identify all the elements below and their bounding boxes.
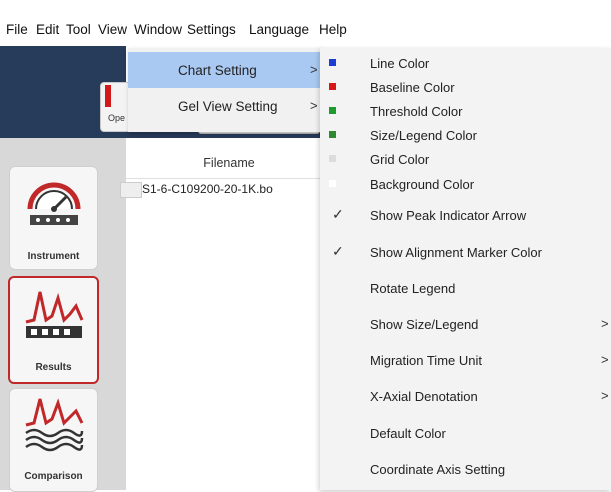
color-swatch-icon bbox=[329, 155, 336, 162]
sidebar-item-label: Comparison bbox=[24, 471, 83, 482]
chevron-right-icon: > bbox=[601, 388, 609, 403]
menu-item-size-legend-color[interactable]: Size/Legend Color bbox=[320, 124, 611, 148]
menu-item-migration-time-unit[interactable]: Migration Time Unit > bbox=[320, 349, 611, 373]
menu-bar: File Edit Tool View Window Settings Lang… bbox=[0, 0, 611, 46]
sidebar-item-comparison[interactable]: Comparison bbox=[9, 388, 98, 492]
view-menu-dropdown: Chart Setting > Gel View Setting > bbox=[128, 48, 324, 132]
menu-item-show-size-legend[interactable]: Show Size/Legend > bbox=[320, 313, 611, 337]
menu-item-label: Default Color bbox=[370, 426, 446, 441]
menu-item-baseline-color[interactable]: Baseline Color bbox=[320, 76, 611, 100]
checkmark-icon: ✓ bbox=[332, 243, 344, 259]
menu-item-x-axial-denotation[interactable]: X-Axial Denotation > bbox=[320, 385, 611, 409]
menu-item-label: Baseline Color bbox=[370, 80, 455, 95]
menu-item-default-color[interactable]: Default Color bbox=[320, 422, 611, 446]
comparison-icon bbox=[25, 398, 84, 452]
color-swatch-icon bbox=[329, 59, 336, 66]
menu-item-label: Size/Legend Color bbox=[370, 128, 477, 143]
menu-item-label: Background Color bbox=[370, 177, 475, 192]
menu-item-label: X-Axial Denotation bbox=[370, 389, 478, 404]
menu-item-label: Show Alignment Marker Color bbox=[370, 245, 542, 260]
menu-item-line-color[interactable]: Line Color bbox=[320, 52, 611, 76]
menu-item-label: Line Color bbox=[370, 56, 430, 71]
menu-item-grid-color[interactable]: Grid Color bbox=[320, 148, 611, 172]
color-swatch-icon bbox=[329, 83, 336, 90]
menu-item-background-color[interactable]: Background Color bbox=[320, 173, 611, 197]
menu-item-label: Show Size/Legend bbox=[370, 317, 479, 332]
menu-item-label: Rotate Legend bbox=[370, 281, 456, 296]
sidebar-item-label: Results bbox=[35, 362, 72, 373]
chevron-right-icon: > bbox=[601, 316, 609, 331]
menu-tool[interactable]: Tool bbox=[66, 22, 91, 37]
sidebar-item-label: Instrument bbox=[27, 251, 80, 262]
menu-item-label: Gel View Setting bbox=[178, 99, 278, 114]
color-swatch-icon bbox=[329, 131, 336, 138]
filename-column-header[interactable]: Filename bbox=[134, 156, 324, 170]
menu-settings[interactable]: Settings bbox=[187, 22, 236, 37]
file-table: Filename S1-6-C109200-20-1K.bo bbox=[120, 138, 326, 490]
sidebar: Instrument Results Comparison bbox=[0, 138, 126, 492]
checkmark-icon: ✓ bbox=[332, 206, 344, 222]
open-icon bbox=[105, 85, 111, 107]
menu-edit[interactable]: Edit bbox=[36, 22, 59, 37]
menu-item-gel-view-setting[interactable]: Gel View Setting > bbox=[128, 88, 324, 124]
peaks-icon bbox=[25, 291, 84, 338]
open-button-label: Ope bbox=[108, 113, 126, 123]
sidebar-item-instrument[interactable]: Instrument bbox=[9, 166, 98, 270]
menu-item-show-peak-indicator-arrow[interactable]: ✓ Show Peak Indicator Arrow bbox=[320, 204, 611, 228]
row-checkbox[interactable] bbox=[120, 182, 142, 198]
color-swatch-icon bbox=[329, 180, 336, 187]
menu-item-label: Chart Setting bbox=[178, 63, 257, 78]
chevron-right-icon: > bbox=[310, 62, 318, 77]
sidebar-item-results[interactable]: Results bbox=[8, 276, 99, 384]
menu-item-show-alignment-marker-color[interactable]: ✓ Show Alignment Marker Color bbox=[320, 241, 611, 265]
chevron-right-icon: > bbox=[601, 352, 609, 367]
menu-item-rotate-legend[interactable]: Rotate Legend bbox=[320, 277, 611, 301]
menu-language[interactable]: Language bbox=[249, 22, 309, 37]
menu-item-chart-setting[interactable]: Chart Setting > bbox=[128, 52, 324, 88]
color-swatch-icon bbox=[329, 107, 336, 114]
menu-file[interactable]: File bbox=[6, 22, 28, 37]
menu-item-label: Coordinate Axis Setting bbox=[370, 462, 506, 477]
menu-view[interactable]: View bbox=[98, 22, 127, 37]
menu-item-label: Grid Color bbox=[370, 152, 430, 167]
menu-item-label: Migration Time Unit bbox=[370, 353, 482, 368]
table-row[interactable]: S1-6-C109200-20-1K.bo bbox=[142, 182, 273, 196]
chevron-right-icon: > bbox=[310, 98, 318, 113]
chart-setting-submenu: Line Color Baseline Color Threshold Colo… bbox=[320, 48, 611, 490]
menu-item-threshold-color[interactable]: Threshold Color bbox=[320, 100, 611, 124]
table-divider bbox=[126, 178, 326, 179]
menu-help[interactable]: Help bbox=[319, 22, 347, 37]
menu-item-coordinate-axis-setting[interactable]: Coordinate Axis Setting bbox=[320, 458, 611, 482]
gauge-icon bbox=[27, 182, 81, 225]
menu-item-label: Threshold Color bbox=[370, 104, 463, 119]
menu-item-label: Show Peak Indicator Arrow bbox=[370, 208, 527, 223]
menu-window[interactable]: Window bbox=[134, 22, 182, 37]
